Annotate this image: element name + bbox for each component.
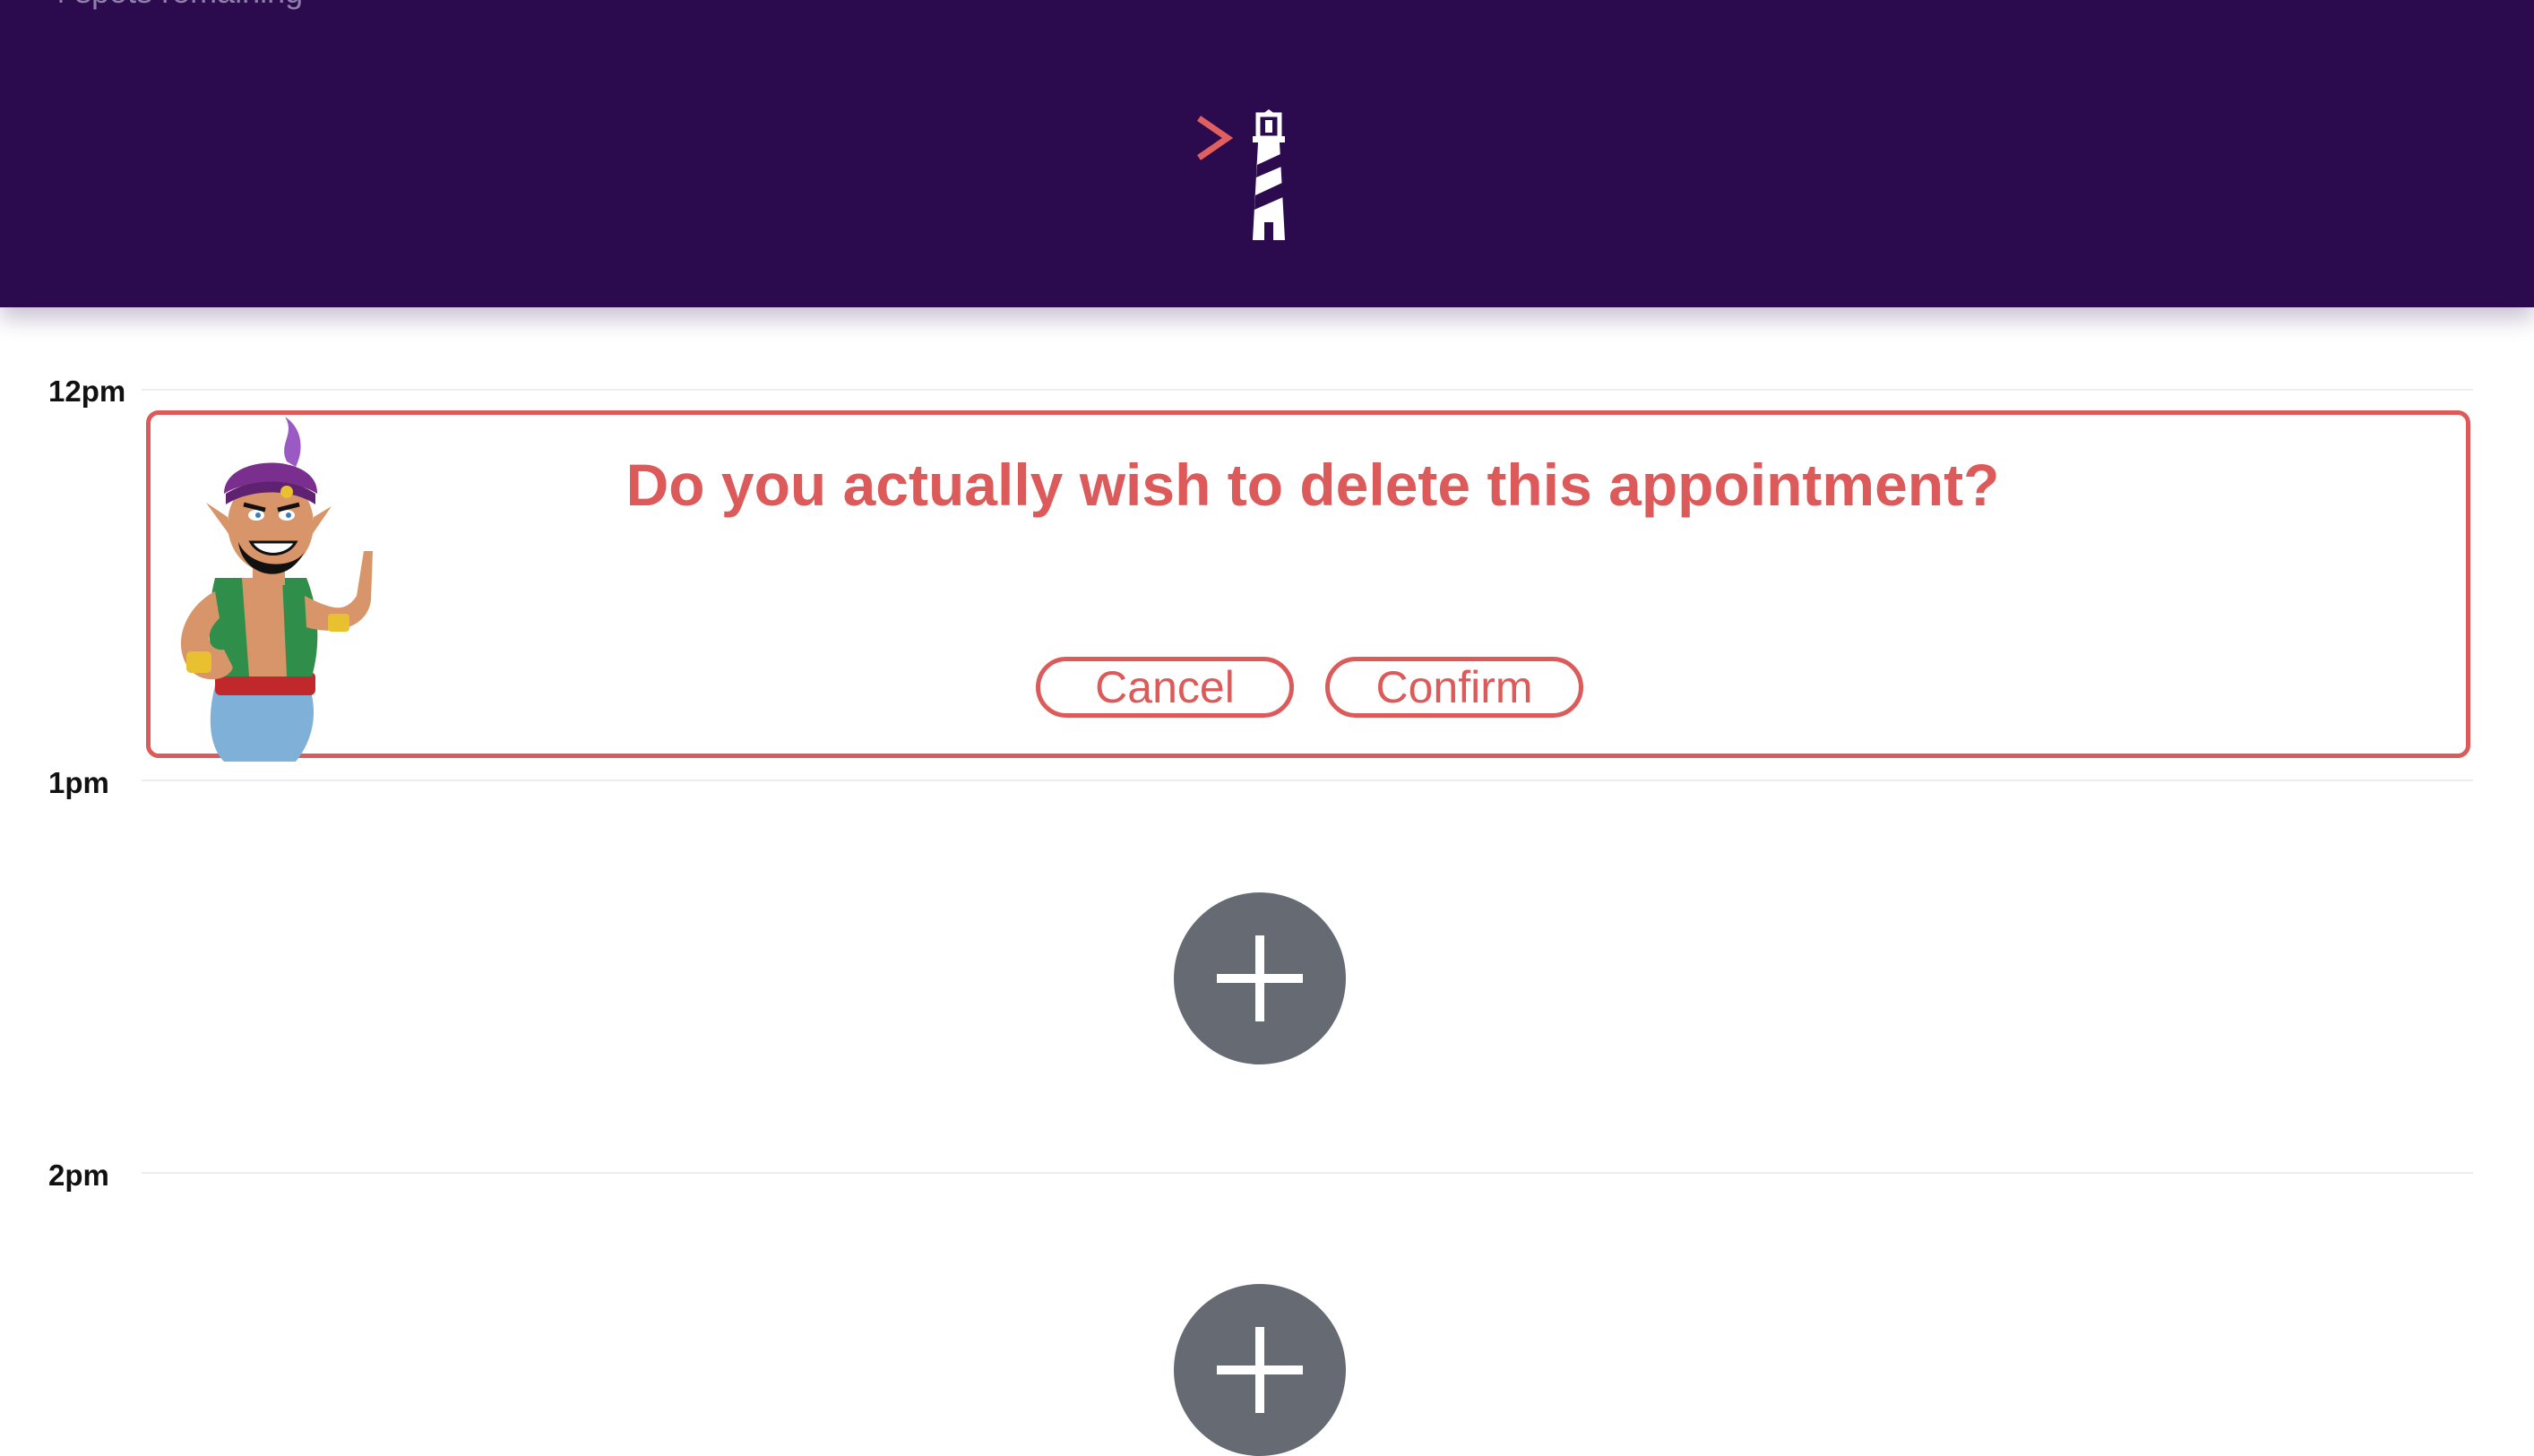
delete-confirmation-dialog: Do you actually wish to delete this appo… [146, 410, 2470, 758]
lighthouse-logo-icon[interactable] [1192, 106, 1299, 249]
spots-remaining-text: 4 spots remaining [48, 0, 303, 11]
cancel-button[interactable]: Cancel [1036, 657, 1294, 718]
add-appointment-button[interactable] [1174, 892, 1346, 1064]
genie-mascot-icon [180, 417, 373, 762]
hour-label-12pm: 12pm [48, 375, 126, 408]
confirm-button[interactable]: Confirm [1325, 657, 1583, 718]
top-header: 4 spots remaining [0, 0, 2534, 307]
hour-divider [142, 780, 2473, 781]
hour-label-1pm: 1pm [48, 766, 109, 799]
add-appointment-button[interactable] [1174, 1284, 1346, 1456]
dialog-title: Do you actually wish to delete this appo… [625, 452, 2000, 518]
hour-label-2pm: 2pm [48, 1159, 109, 1192]
hour-divider [142, 1172, 2473, 1174]
hour-divider [142, 389, 2473, 391]
